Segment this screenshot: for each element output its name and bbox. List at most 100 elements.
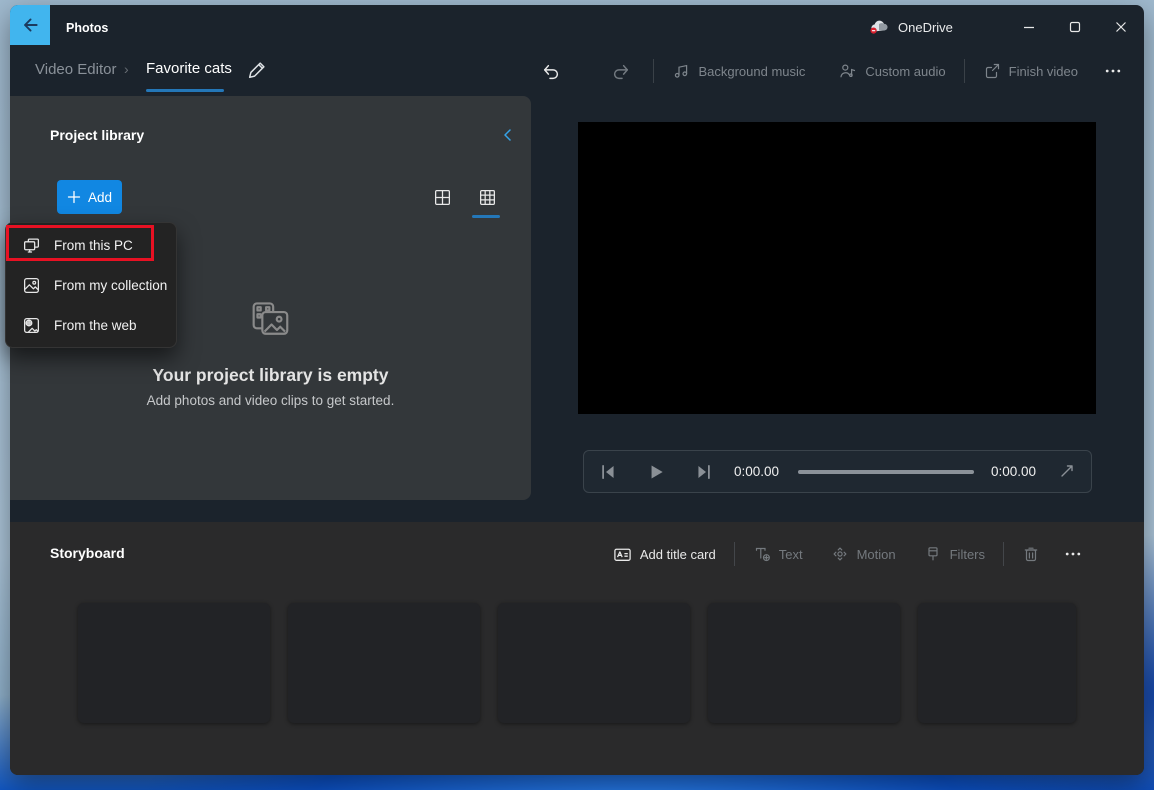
playback-bar: 0:00.00 0:00.00: [583, 450, 1092, 493]
storyboard-slot[interactable]: [708, 603, 900, 723]
menu-item-from-this-pc[interactable]: From this PC: [6, 225, 176, 265]
redo-button[interactable]: [608, 56, 635, 87]
add-button-label: Add: [88, 190, 112, 205]
back-button[interactable]: [10, 5, 50, 45]
grid-2x2-icon: [433, 188, 452, 207]
fullscreen-button[interactable]: [1058, 462, 1078, 482]
menu-item-label: From my collection: [54, 278, 167, 293]
filters-button[interactable]: Filters: [922, 539, 987, 569]
storyboard-slots: [78, 603, 1076, 723]
app-title: Photos: [66, 21, 108, 35]
motion-label: Motion: [857, 547, 896, 562]
storyboard-toolbar: Add title card Text Motion: [611, 536, 1088, 572]
play-icon: [646, 462, 666, 482]
small-grid-view-button[interactable]: [476, 186, 499, 209]
onedrive-label: OneDrive: [898, 20, 953, 35]
motion-icon: [831, 545, 849, 563]
text-icon: [753, 545, 771, 563]
minimize-button[interactable]: [1006, 5, 1052, 49]
storyboard-slot[interactable]: [498, 603, 690, 723]
finish-video-button[interactable]: Finish video: [979, 56, 1082, 86]
project-name-underline: [146, 89, 224, 92]
pc-icon: [22, 236, 41, 255]
filters-icon: [924, 545, 942, 563]
redo-icon: [612, 62, 631, 81]
breadcrumb-chevron: ›: [124, 61, 129, 77]
seek-slider[interactable]: [798, 470, 974, 474]
undo-icon: [541, 62, 560, 81]
menu-item-label: From this PC: [54, 238, 133, 253]
next-frame-icon: [694, 462, 714, 482]
ellipsis-icon: [1104, 62, 1122, 80]
previous-frame-button[interactable]: [598, 462, 618, 482]
add-title-card-button[interactable]: Add title card: [611, 539, 718, 570]
editor-toolbar: Background music Custom audio Finish vid…: [537, 49, 1128, 93]
empty-library-title: Your project library is empty: [10, 365, 531, 386]
storyboard-title: Storyboard: [50, 545, 125, 561]
storyboard-slot[interactable]: [288, 603, 480, 723]
text-label: Text: [779, 547, 803, 562]
motion-button[interactable]: Motion: [829, 539, 898, 569]
next-frame-button[interactable]: [694, 462, 714, 482]
empty-library-icon: [245, 301, 297, 347]
title-bar: Photos OneDrive: [10, 5, 1144, 49]
add-title-card-label: Add title card: [640, 547, 716, 562]
breadcrumb-toolbar-row: Video Editor › Favorite cats: [10, 49, 1144, 93]
toolbar-separator: [653, 59, 654, 83]
title-card-icon: [613, 545, 632, 564]
close-button[interactable]: [1098, 5, 1144, 49]
toolbar-separator: [964, 59, 965, 83]
play-button[interactable]: [646, 462, 666, 482]
rename-pencil-icon[interactable]: [246, 59, 268, 81]
more-options-button[interactable]: [1098, 56, 1128, 86]
custom-audio-label: Custom audio: [865, 64, 945, 79]
custom-audio-button[interactable]: Custom audio: [835, 56, 949, 86]
selected-view-underline: [472, 215, 500, 218]
background-music-label: Background music: [698, 64, 805, 79]
person-audio-icon: [839, 62, 857, 80]
finish-video-label: Finish video: [1009, 64, 1078, 79]
storyboard-slot[interactable]: [918, 603, 1076, 723]
window-controls: [1006, 5, 1144, 49]
add-button[interactable]: Add: [57, 180, 122, 214]
toolbar-separator: [1003, 542, 1004, 566]
music-note-icon: [672, 62, 690, 80]
trash-icon: [1022, 545, 1040, 563]
background-music-button[interactable]: Background music: [668, 56, 809, 86]
view-toggles: [431, 186, 499, 209]
project-name[interactable]: Favorite cats: [146, 60, 232, 77]
chevron-left-icon: [499, 126, 517, 144]
storyboard-more-button[interactable]: [1058, 539, 1088, 569]
collapse-panel-button[interactable]: [499, 126, 517, 144]
text-button[interactable]: Text: [751, 539, 805, 569]
storyboard-slot[interactable]: [78, 603, 270, 723]
maximize-button[interactable]: [1052, 5, 1098, 49]
export-icon: [983, 62, 1001, 80]
delete-button[interactable]: [1020, 539, 1042, 569]
video-preview: [578, 122, 1096, 414]
total-time: 0:00.00: [991, 464, 1036, 479]
expand-icon: [1058, 462, 1076, 480]
onedrive-cloud-icon: [868, 18, 890, 36]
menu-item-from-the-web[interactable]: From the web: [6, 305, 176, 345]
toolbar-separator: [734, 542, 735, 566]
collection-icon: [22, 276, 41, 295]
elapsed-time: 0:00.00: [734, 464, 779, 479]
add-source-menu: From this PC From my collection From the…: [5, 222, 177, 348]
web-icon: [22, 316, 41, 335]
empty-library-subtitle: Add photos and video clips to get starte…: [10, 393, 531, 408]
filters-label: Filters: [950, 547, 985, 562]
menu-item-from-my-collection[interactable]: From my collection: [6, 265, 176, 305]
large-grid-view-button[interactable]: [431, 186, 454, 209]
ellipsis-icon: [1064, 545, 1082, 563]
photos-app-window: Photos OneDrive: [10, 5, 1144, 775]
previous-frame-icon: [598, 462, 618, 482]
menu-item-label: From the web: [54, 318, 137, 333]
onedrive-button[interactable]: OneDrive: [868, 16, 953, 38]
plus-icon: [67, 190, 81, 204]
project-library-title: Project library: [50, 127, 144, 143]
storyboard-section: Storyboard Add title card Text Mot: [10, 522, 1144, 775]
grid-3x3-icon: [478, 188, 497, 207]
breadcrumb-video-editor[interactable]: Video Editor: [35, 61, 116, 78]
undo-button[interactable]: [537, 56, 564, 87]
